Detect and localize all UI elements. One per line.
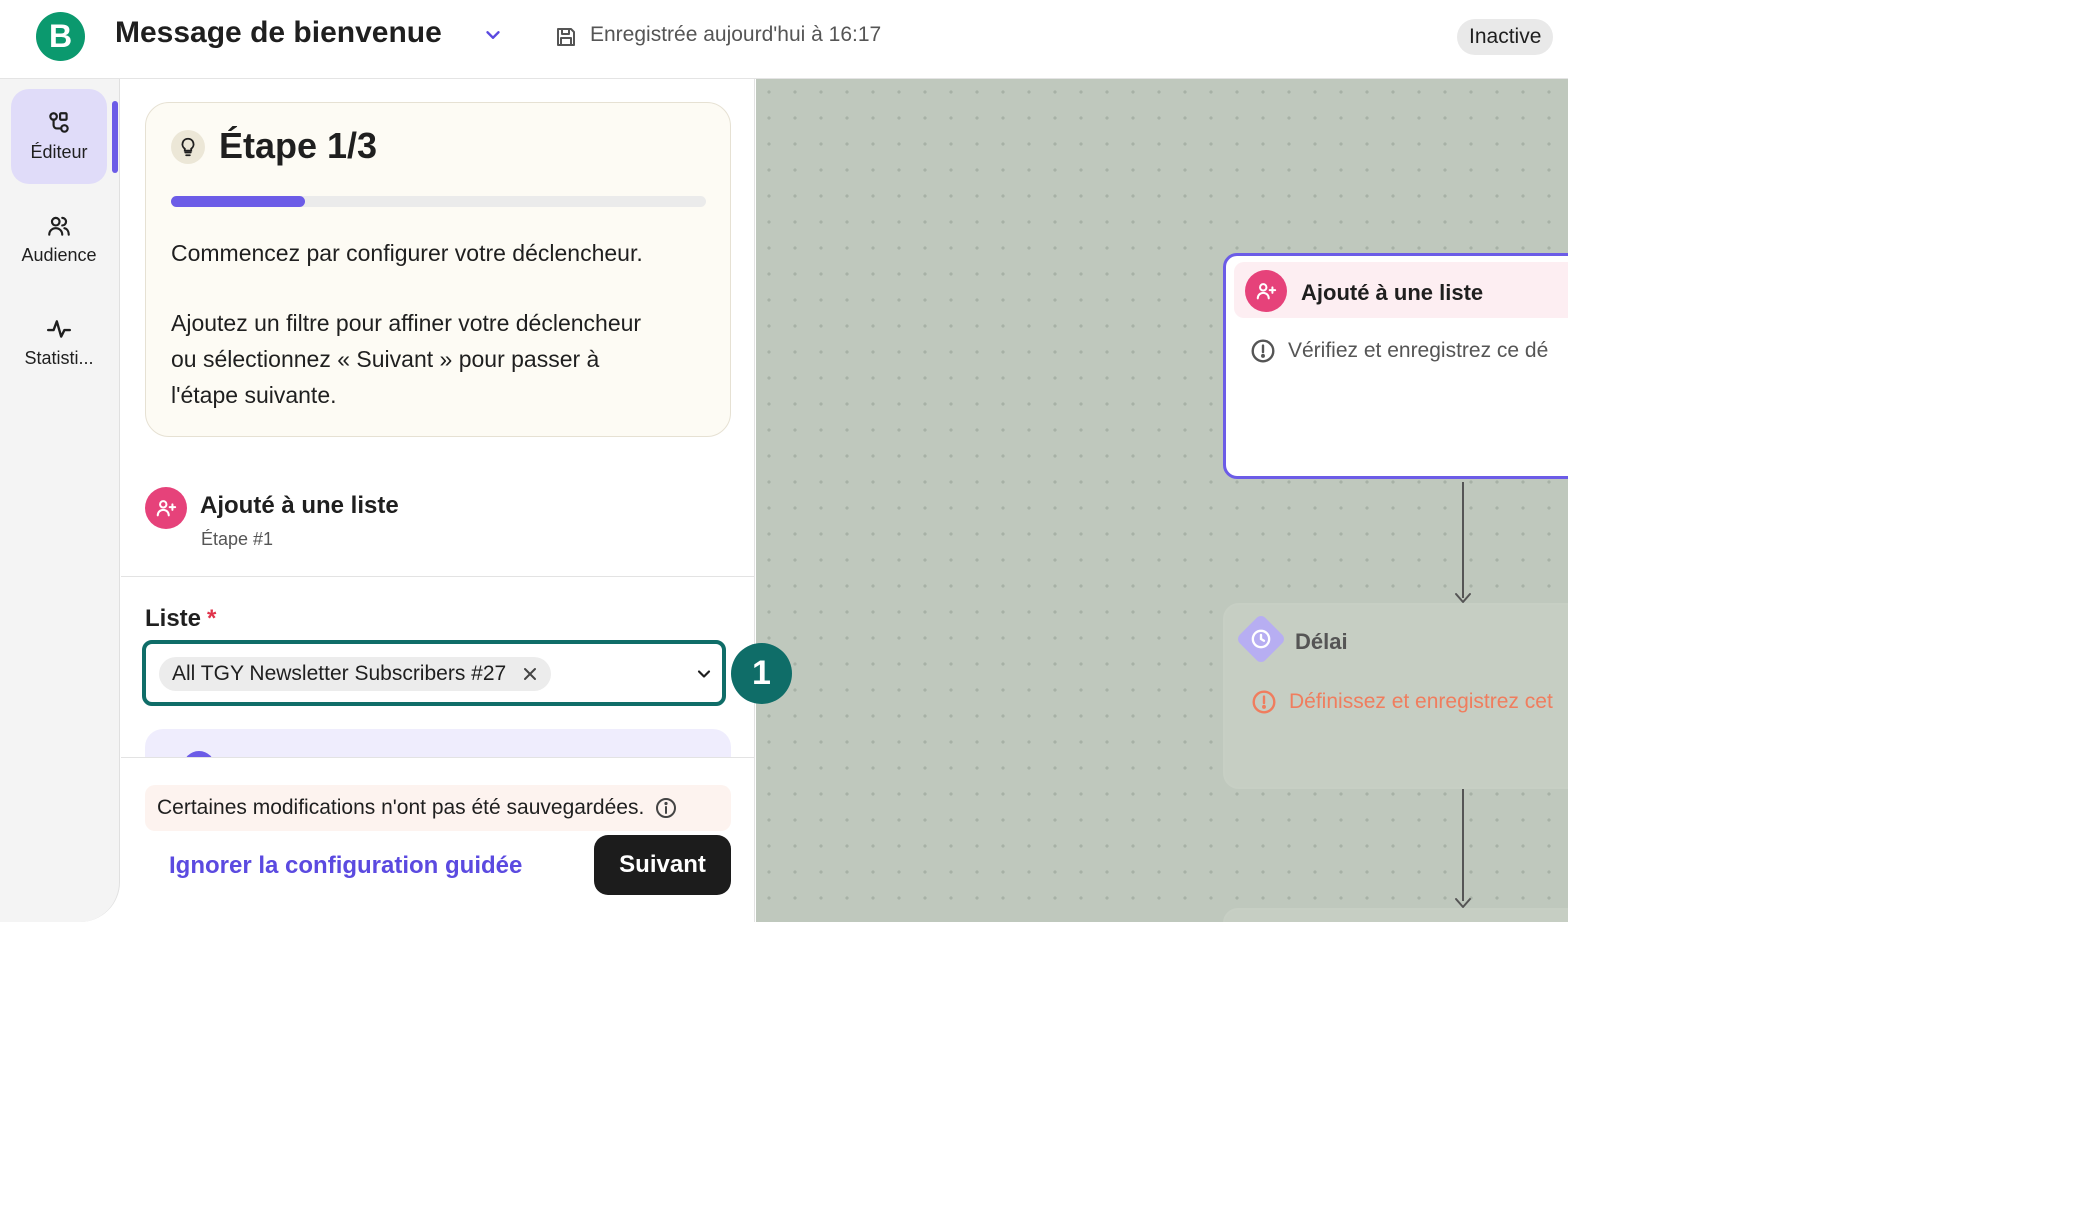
required-mark: *: [207, 605, 217, 632]
clock-icon: [1251, 629, 1271, 649]
list-field-label: Liste *: [145, 605, 216, 633]
alert-circle-icon: [1251, 339, 1275, 363]
selected-list-chip: All TGY Newsletter Subscribers #27: [159, 657, 552, 691]
nav-label: Statisti...: [24, 348, 94, 368]
side-nav: Éditeur Audience Statisti...: [0, 79, 120, 922]
config-panel: Étape 1/3 Commencez par configurer votre…: [121, 79, 755, 922]
lightbulb-icon: [171, 130, 205, 164]
divider: [121, 576, 754, 577]
unsaved-text: Certaines modifications n'ont pas été sa…: [157, 796, 645, 819]
trigger-node-header: Ajouté à une liste: [1234, 262, 1568, 318]
guided-setup-card: Étape 1/3 Commencez par configurer votre…: [145, 102, 731, 437]
skip-guided-setup-link[interactable]: Ignorer la configuration guidée: [169, 852, 522, 880]
info-icon[interactable]: [654, 796, 678, 820]
save-status: Enregistrée aujourd'hui à 16:17: [590, 23, 882, 46]
trigger-title: Ajouté à une liste: [200, 492, 399, 519]
guide-title: Étape 1/3: [219, 125, 378, 166]
top-bar: B Message de bienvenue Enregistrée aujou…: [0, 0, 1568, 79]
chevron-down-icon[interactable]: [482, 24, 504, 46]
alert-circle-icon: [1252, 690, 1276, 714]
selected-list-label: All TGY Newsletter Subscribers #27: [172, 662, 507, 685]
unsaved-changes-notice: Certaines modifications n'ont pas été sa…: [145, 785, 731, 831]
trigger-node-warning: Vérifiez et enregistrez ce dé: [1250, 338, 1548, 364]
step-marker: 1: [731, 643, 792, 704]
guide-help-text: Ajoutez un filtre pour affiner votre déc…: [171, 310, 642, 408]
panel-footer: Certaines modifications n'ont pas été sa…: [121, 757, 754, 922]
nav-label: Éditeur: [30, 142, 88, 162]
connector-line: [1462, 789, 1464, 901]
trigger-node[interactable]: Ajouté à une liste Vérifiez et enregistr…: [1223, 253, 1568, 479]
page-title[interactable]: Message de bienvenue: [115, 16, 442, 50]
status-badge: Inactive: [1457, 19, 1554, 55]
user-plus-icon: [1245, 270, 1287, 312]
list-label-text: Liste: [145, 605, 202, 632]
save-icon: [557, 28, 575, 46]
brevo-logo[interactable]: B: [36, 12, 85, 61]
next-node[interactable]: [1223, 908, 1568, 922]
list-select[interactable]: All TGY Newsletter Subscribers #27: [142, 640, 726, 706]
activity-icon: [46, 320, 72, 338]
nav-item-audience[interactable]: Audience: [11, 192, 107, 287]
guide-intro-text: Commencez par configurer votre déclenche…: [171, 240, 643, 266]
nav-item-editor[interactable]: Éditeur: [11, 89, 107, 184]
user-plus-icon: [145, 487, 187, 529]
delay-node-title: Délai: [1295, 629, 1348, 654]
trigger-step-number: Étape #1: [201, 529, 274, 549]
workflow-icon: [49, 112, 69, 133]
guide-progress-fill: [171, 196, 305, 207]
trigger-node-title: Ajouté à une liste: [1301, 280, 1484, 305]
nav-label: Audience: [21, 245, 97, 265]
next-button[interactable]: Suivant: [594, 835, 731, 895]
trigger-node-warning-text: Vérifiez et enregistrez ce dé: [1288, 339, 1549, 362]
arrow-down-icon: [1455, 898, 1471, 908]
active-nav-indicator: [112, 101, 118, 173]
nav-item-statistics[interactable]: Statisti...: [11, 295, 107, 390]
delay-node[interactable]: Délai Définissez et enregistrez cet: [1223, 603, 1568, 789]
users-icon: [48, 216, 70, 236]
workflow-canvas[interactable]: Ajouté à une liste Vérifiez et enregistr…: [756, 79, 1568, 922]
chevron-down-icon[interactable]: [694, 664, 714, 684]
connector-line: [1462, 482, 1464, 598]
delay-node-warning-text: Définissez et enregistrez cet: [1289, 690, 1553, 713]
remove-chip-icon[interactable]: [522, 666, 538, 682]
delay-node-warning: Définissez et enregistrez cet: [1251, 689, 1553, 715]
guide-progress-bar: [171, 196, 706, 207]
arrow-down-icon: [1455, 593, 1471, 603]
